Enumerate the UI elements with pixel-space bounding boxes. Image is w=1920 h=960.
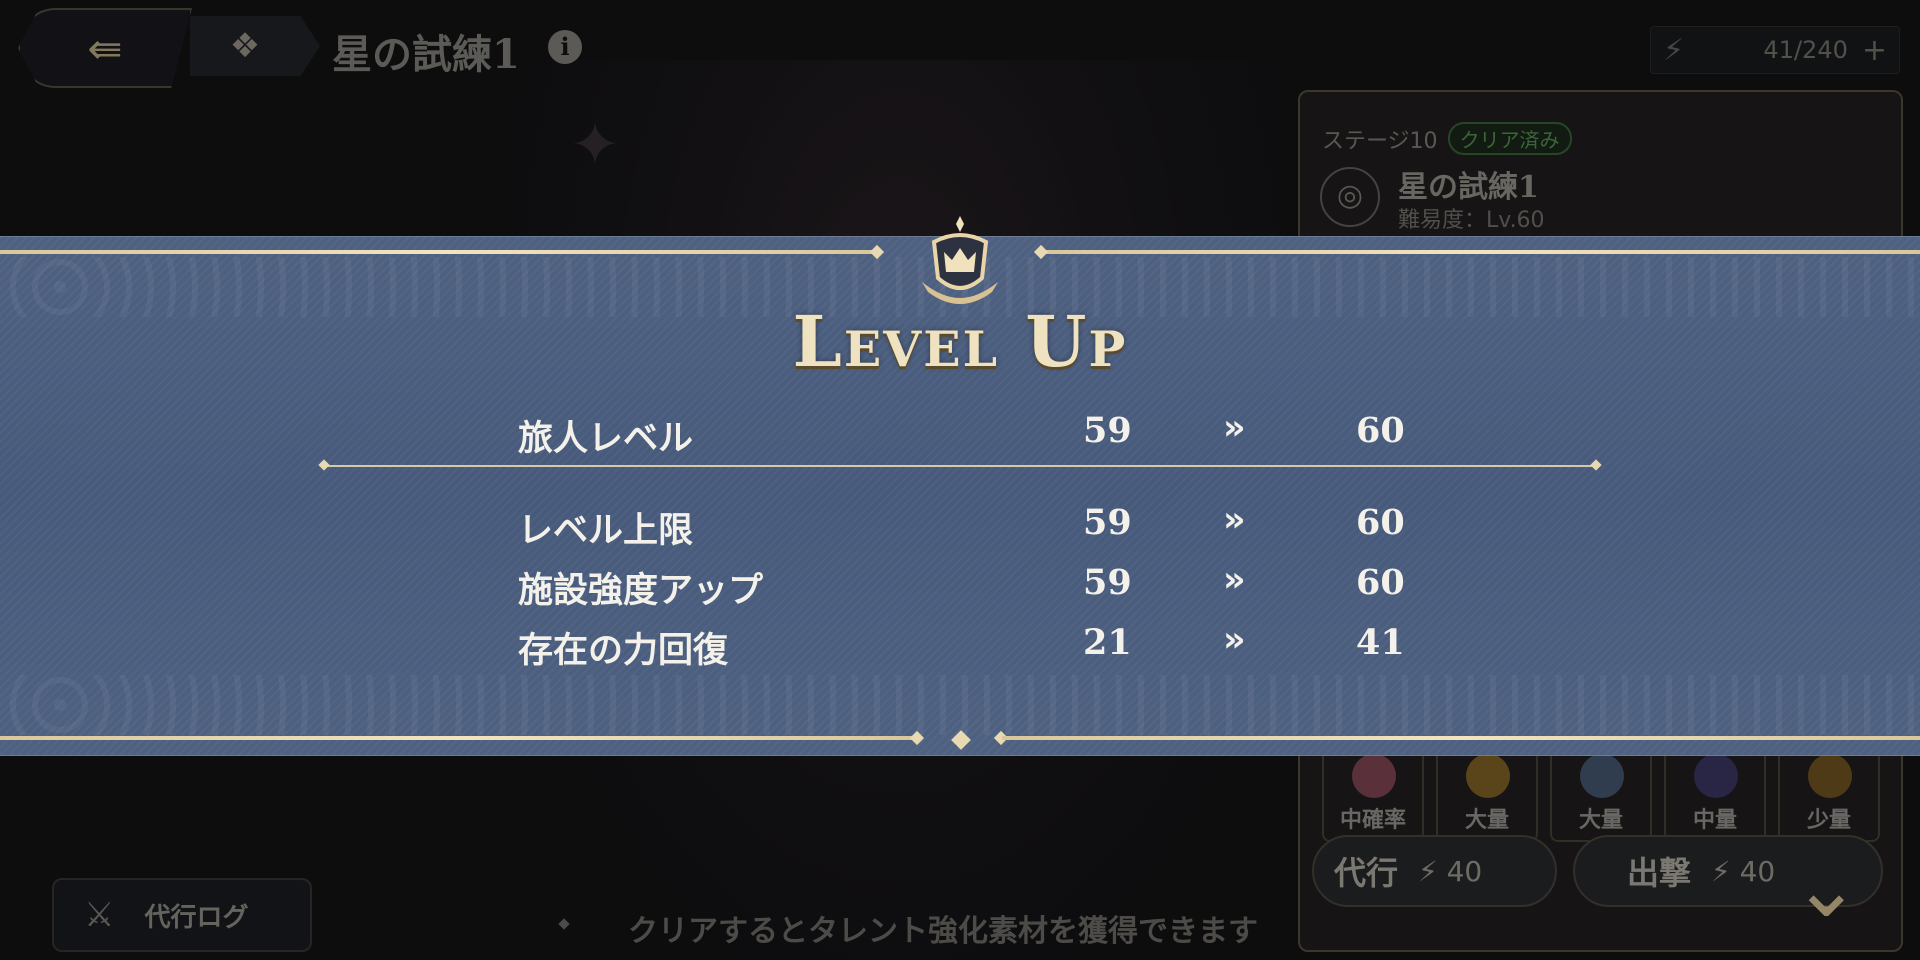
- stat-row: 存在の力回復 21 » 41: [518, 620, 1418, 672]
- crown-crest-icon: [922, 216, 998, 304]
- stat-label: 存在の力回復: [518, 630, 729, 671]
- row-separator: [324, 465, 1596, 467]
- gold-divider: [0, 736, 918, 740]
- double-chevron-icon: »: [1223, 560, 1246, 600]
- stat-to: 60: [1356, 410, 1405, 451]
- stat-label: 旅人レベル: [518, 418, 694, 459]
- stat-from: 21: [1083, 622, 1132, 663]
- stat-from: 59: [1083, 562, 1132, 603]
- stat-row: 施設強度アップ 59 » 60: [518, 560, 1418, 612]
- stat-row: レベル上限 59 » 60: [518, 500, 1418, 552]
- stat-label: レベル上限: [518, 510, 694, 551]
- stat-to: 60: [1356, 502, 1405, 543]
- gold-divider: [1040, 250, 1920, 254]
- stat-to: 41: [1356, 622, 1405, 663]
- stat-from: 59: [1083, 502, 1132, 543]
- double-chevron-icon: »: [1223, 500, 1246, 540]
- stat-row: 旅人レベル 59 » 60: [518, 408, 1418, 460]
- double-chevron-icon: »: [1223, 408, 1246, 448]
- double-chevron-icon: »: [1223, 620, 1246, 660]
- ornament-pattern: [0, 675, 1920, 735]
- gold-divider: [0, 250, 880, 254]
- stat-from: 59: [1083, 410, 1132, 451]
- stat-to: 60: [1356, 562, 1405, 603]
- level-up-title: Level Up: [792, 300, 1128, 383]
- stat-label: 施設強度アップ: [518, 570, 764, 611]
- gold-divider: [1002, 736, 1920, 740]
